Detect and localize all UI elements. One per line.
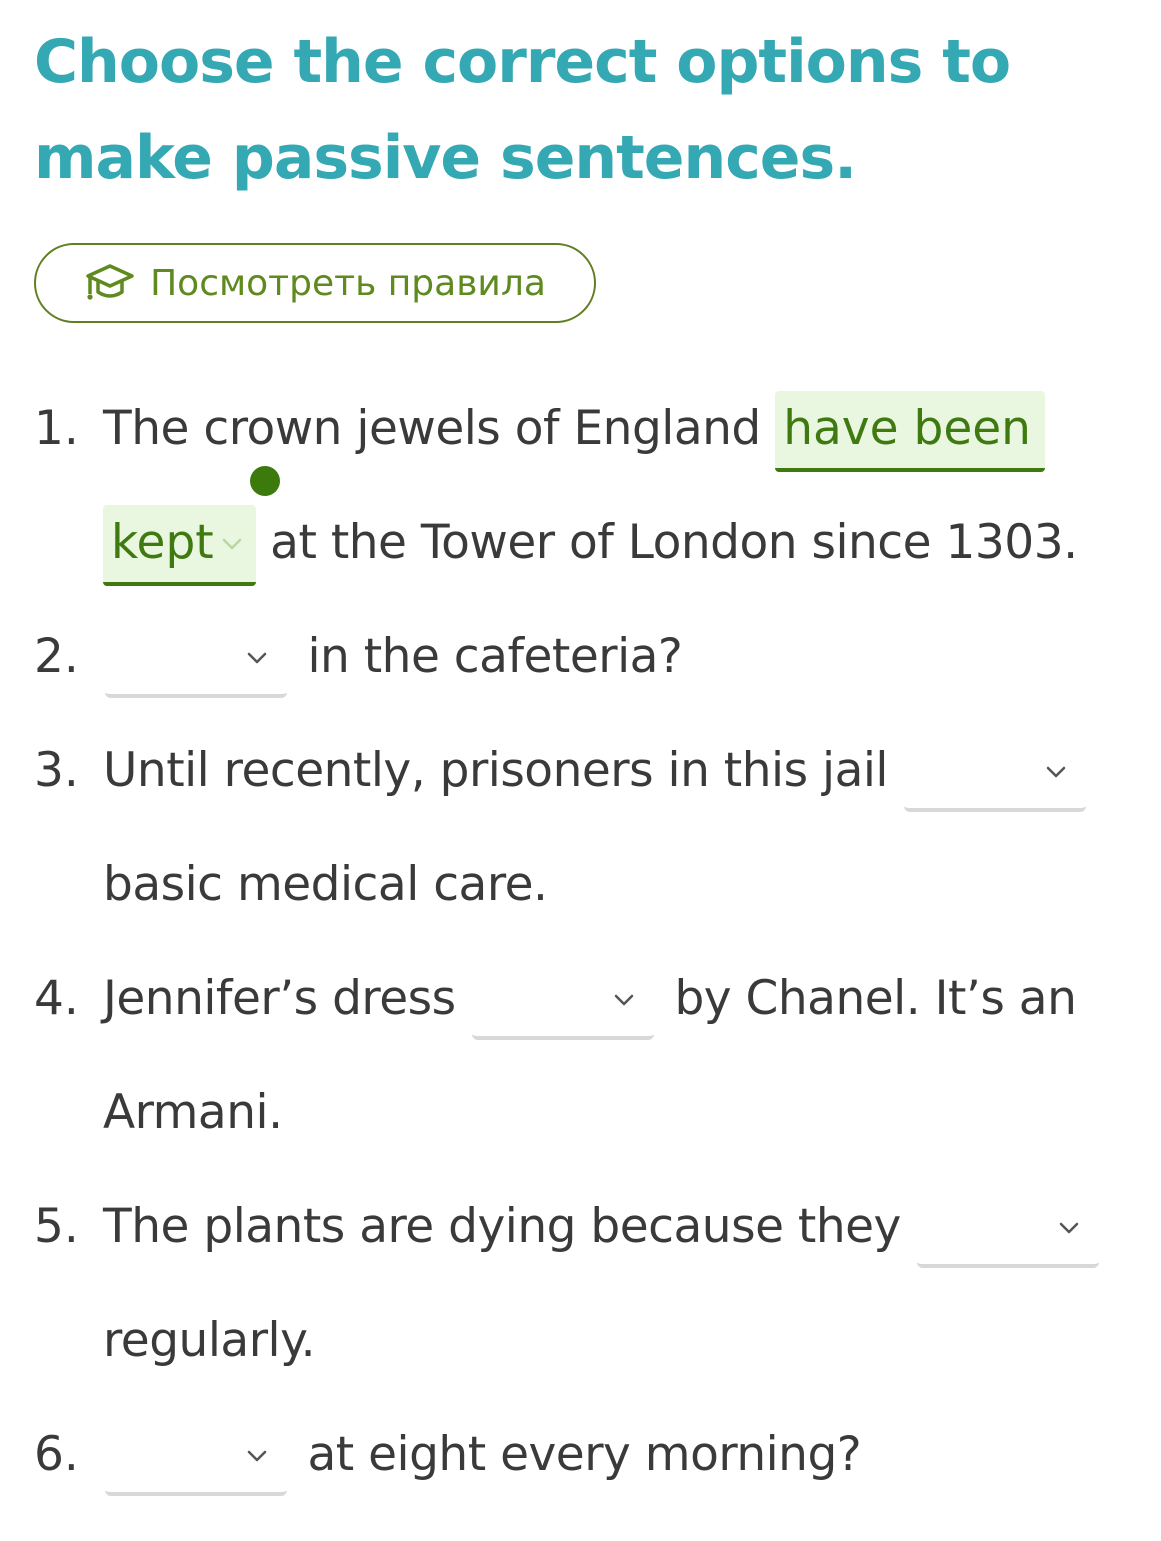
item-text-before: Until recently, prisoners in this jail: [103, 743, 903, 798]
exercise-item-1: 1. The crown jewels of England have been…: [34, 372, 1144, 600]
item-text-after: in the cafeteria?: [293, 629, 683, 684]
item-number: 6.: [34, 1427, 79, 1482]
item-text-after: at the Tower of London since 1303.: [255, 515, 1078, 570]
item-text-before: Jennifer’s dress: [103, 971, 471, 1026]
item-number: 1.: [34, 401, 79, 456]
chevron-down-icon: [222, 538, 241, 550]
exercise-item-2: 2. in the cafeteria?: [34, 600, 1144, 714]
graduation-cap-icon: [86, 264, 134, 300]
answer-select-3[interactable]: [904, 736, 1087, 812]
view-rules-button[interactable]: Посмотреть правила: [34, 243, 596, 323]
exercise-list: 1. The crown jewels of England have been…: [34, 372, 1144, 1512]
chevron-down-icon: [614, 994, 634, 1006]
view-rules-label: Посмотреть правила: [150, 262, 546, 304]
item-text-after: at eight every morning?: [293, 1427, 862, 1482]
item-text-after: basic medical care.: [103, 857, 548, 912]
chevron-down-icon: [1060, 1222, 1079, 1234]
page-title: Choose the correct options to make passi…: [34, 27, 1011, 193]
item-text-before: The plants are dying because they: [103, 1199, 916, 1254]
exercise-item-3: 3. Until recently, prisoners in this jai…: [34, 714, 1144, 942]
chevron-down-icon: [247, 652, 267, 664]
exercise-item-6: 6. at eight every morning?: [34, 1398, 1144, 1512]
item-number: 4.: [34, 971, 79, 1026]
answer-select-4[interactable]: [472, 964, 655, 1040]
chevron-down-icon: [247, 1450, 267, 1462]
chevron-down-icon: [1047, 766, 1066, 778]
item-number: 5.: [34, 1199, 79, 1254]
answer-select-5[interactable]: [917, 1192, 1100, 1268]
answer-select-6[interactable]: [105, 1420, 287, 1496]
exercise-item-4: 4. Jennifer’s dress by Chanel. It’s an A…: [34, 942, 1144, 1170]
item-text-after: regularly.: [103, 1313, 316, 1368]
item-number: 2.: [34, 629, 79, 684]
exercise-item-5: 5. The plants are dying because they reg…: [34, 1170, 1144, 1398]
item-text-before: The crown jewels of England: [103, 401, 776, 456]
item-number: 3.: [34, 743, 79, 798]
answer-select-2[interactable]: [105, 622, 287, 698]
